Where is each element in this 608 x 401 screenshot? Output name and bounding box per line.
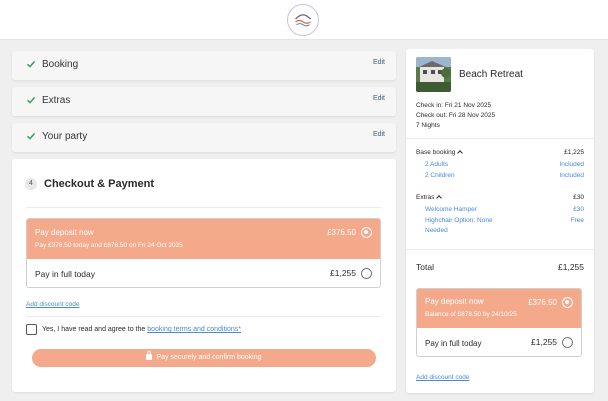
- check-icon: [27, 96, 36, 104]
- check-out: Check out: Fri 28 Nov 2025: [416, 112, 496, 119]
- deposit-detail: Pay £376.50 today and £878.50 on Fri 24 …: [35, 242, 183, 249]
- brand-logo-icon[interactable]: [287, 4, 319, 36]
- step-booking: Booking Edit: [12, 51, 396, 80]
- step-extras: Extras Edit: [12, 87, 396, 116]
- divider: [26, 316, 381, 317]
- total-label: Total: [416, 262, 434, 272]
- highchair-value: Free: [570, 217, 584, 224]
- base-booking-label: Base booking: [416, 149, 456, 156]
- adults-label: 2 Adults: [425, 161, 449, 168]
- deposit-detail: Balance of £878.50 by 24/10/25: [425, 311, 517, 318]
- divider: [406, 138, 594, 139]
- add-discount-code-link[interactable]: Add discount code: [26, 301, 79, 308]
- deposit-label: Pay deposit now: [35, 228, 94, 237]
- edit-extras-link[interactable]: Edit: [373, 95, 385, 102]
- base-booking-amount: £1,225: [564, 149, 584, 156]
- extras-label: Extras: [416, 194, 435, 201]
- total-amount: £1,255: [558, 262, 584, 272]
- divider: [406, 249, 594, 250]
- divider: [26, 207, 381, 208]
- deposit-radio[interactable]: [562, 297, 573, 308]
- terms-link[interactable]: booking terms and conditions*: [147, 326, 241, 333]
- confirm-booking-button[interactable]: Pay securely and confirm booking: [32, 349, 376, 367]
- deposit-radio[interactable]: [361, 227, 372, 238]
- deposit-amount: £376.50: [327, 228, 356, 237]
- page-title: Checkout & Payment: [44, 178, 155, 190]
- terms-text: Yes, I have read and agree to the: [42, 326, 148, 333]
- summary-deposit-option[interactable]: Pay deposit now Balance of £878.50 by 24…: [417, 289, 581, 328]
- chevron-up-icon: [436, 195, 443, 201]
- highchair-label: Highchair Option: None: [425, 217, 493, 224]
- step-label: Extras: [42, 95, 71, 106]
- hamper-value: £30: [573, 206, 584, 213]
- property-name: Beach Retreat: [459, 69, 523, 80]
- step-your-party: Your party Edit: [12, 123, 396, 152]
- adults-value: Included: [559, 161, 584, 168]
- add-discount-code-link[interactable]: Add discount code: [416, 374, 469, 381]
- lock-icon: [146, 351, 153, 360]
- check-icon: [27, 60, 36, 68]
- children-value: Included: [559, 172, 584, 179]
- checkout-payment-panel: 4 Checkout & Payment Pay deposit now Pay…: [12, 159, 396, 392]
- extras-amount: £30: [573, 194, 584, 201]
- edit-party-link[interactable]: Edit: [373, 131, 385, 138]
- pay-deposit-option[interactable]: Pay deposit now Pay £376.50 today and £8…: [27, 219, 380, 259]
- deposit-amount: £376.50: [528, 298, 557, 307]
- check-icon: [27, 132, 36, 140]
- confirm-label: Pay securely and confirm booking: [156, 354, 262, 361]
- step-label: Booking: [42, 59, 79, 70]
- terms-agreement: Yes, I have read and agree to the bookin…: [42, 326, 241, 333]
- booking-summary: Beach Retreat Check in: Fri 21 Nov 2025 …: [406, 49, 594, 393]
- summary-payment-options: Pay deposit now Balance of £878.50 by 24…: [416, 288, 582, 357]
- deposit-label: Pay deposit now: [425, 297, 484, 306]
- full-amount: £1,255: [330, 268, 356, 278]
- step-label: Your party: [42, 131, 88, 142]
- children-label: 2 Children: [425, 172, 455, 179]
- step-number: 4: [25, 178, 37, 190]
- property-thumbnail: [416, 57, 451, 92]
- payment-options: Pay deposit now Pay £376.50 today and £8…: [26, 218, 381, 288]
- full-amount: £1,255: [531, 337, 557, 347]
- hamper-label: Welcome Hamper: [425, 206, 477, 213]
- chevron-up-icon: [457, 150, 464, 156]
- full-label: Pay in full today: [35, 269, 96, 279]
- site-header: [0, 0, 608, 40]
- check-in: Check in: Fri 21 Nov 2025: [416, 102, 492, 109]
- full-radio[interactable]: [562, 337, 573, 348]
- edit-booking-link[interactable]: Edit: [373, 59, 385, 66]
- terms-checkbox[interactable]: [26, 324, 37, 335]
- highchair-label-cont: Needed: [425, 227, 448, 234]
- full-radio[interactable]: [361, 268, 372, 279]
- full-label: Pay in full today: [425, 339, 482, 348]
- nights: 7 Nights: [416, 122, 440, 129]
